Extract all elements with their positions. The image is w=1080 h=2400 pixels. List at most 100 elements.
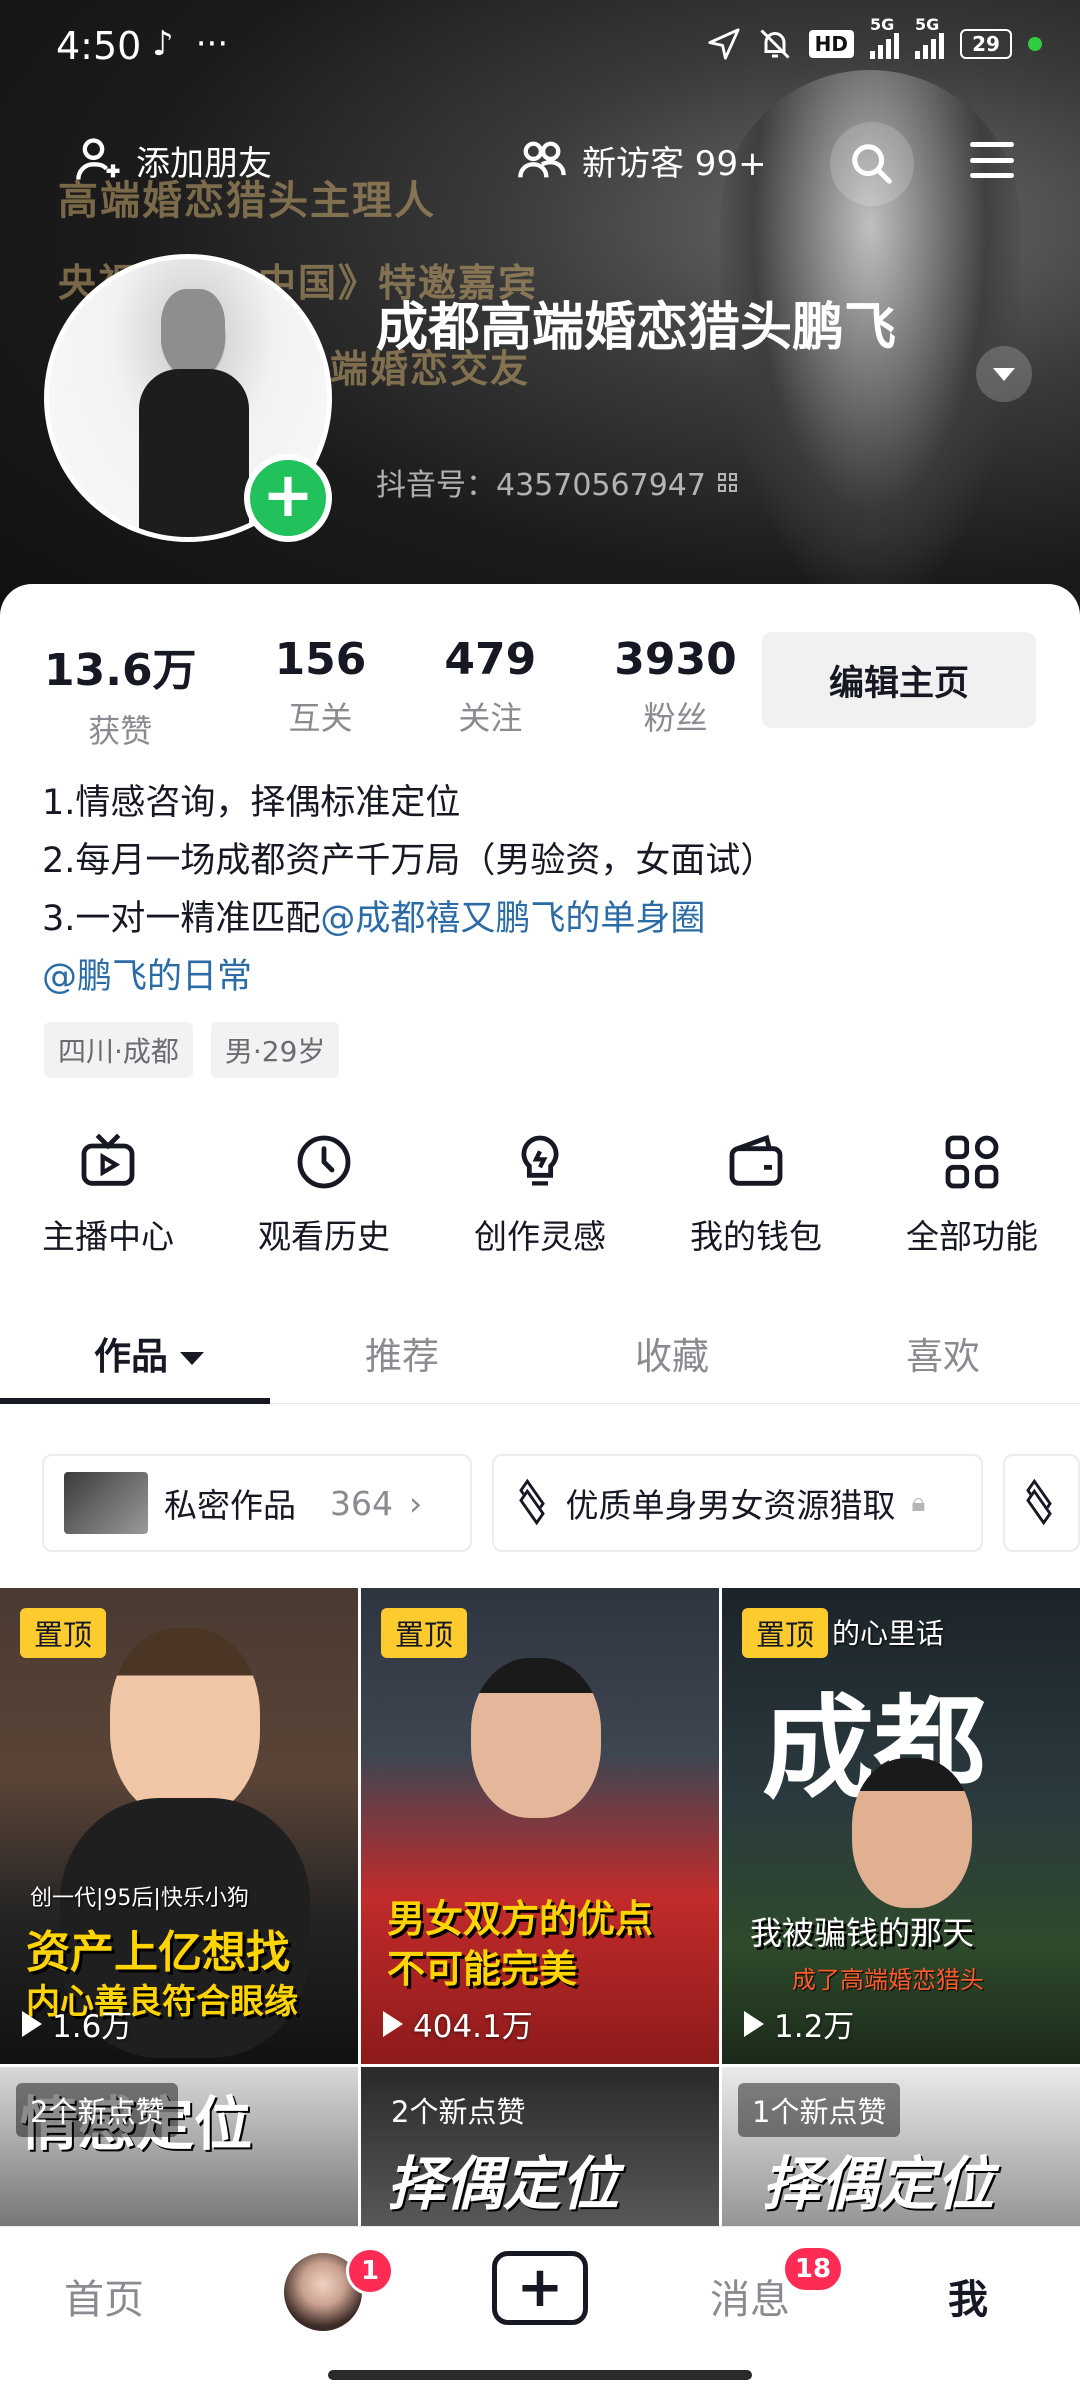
tool-all-features[interactable]: 全部功能 [872, 1130, 1072, 1258]
home-indicator[interactable] [328, 2370, 752, 2380]
play-icon [22, 2010, 42, 2037]
pinned-badge: 置顶 [381, 1608, 468, 1658]
private-works-label: 私密作品 [164, 1486, 296, 1525]
visitors-label: 新访客 99+ [582, 143, 767, 184]
header-actions: 添加朋友 新访客 99+ [0, 122, 1080, 206]
qr-code-icon [717, 472, 737, 492]
lightbulb-icon [521, 1135, 559, 1186]
douyin-id-text: 抖音号：43570567947 [376, 468, 706, 503]
signal-icon: 5G [870, 15, 899, 59]
tools-row: 主播中心 观看历史 创作灵感 我的钱包 全部功能 [0, 1130, 1080, 1258]
tool-wallet[interactable]: 我的钱包 [656, 1130, 856, 1258]
gender-age-tag: 男·29岁 [210, 1022, 340, 1078]
nav-me[interactable]: 我 [948, 2267, 988, 2325]
bio-mention-link[interactable]: @成都禧又鹏飞的单身圈 [320, 899, 705, 939]
video-top-text: 创一代|95后|快乐小狗 [30, 1886, 249, 1911]
video-tile[interactable]: 择偶定位 2个新点赞 [361, 2067, 719, 2237]
more-notifications-icon: ··· [195, 24, 229, 64]
view-count: 1.6万 [22, 2001, 132, 2046]
nav-home[interactable]: 首页 [64, 2267, 144, 2325]
stat-mutual[interactable]: 156 互关 [275, 634, 367, 752]
play-icon [744, 2010, 764, 2037]
private-works-thumbnail [64, 1472, 148, 1534]
video-tile[interactable]: 情感定位 2个新点赞 [0, 2067, 358, 2237]
view-count: 1.2万 [744, 2001, 854, 2046]
status-time: 4:50 [56, 24, 142, 68]
video-figure [110, 1628, 260, 1818]
tool-label: 创作灵感 [474, 1217, 606, 1256]
stat-followers[interactable]: 3930 粉丝 [614, 634, 736, 752]
menu-icon[interactable] [970, 142, 1014, 178]
expand-chevron-down-icon[interactable] [976, 346, 1032, 402]
tool-watch-history[interactable]: 观看历史 [224, 1130, 424, 1258]
location-tag: 四川·成都 [44, 1022, 193, 1078]
tab-recommend[interactable]: 推荐 [365, 1326, 439, 1380]
bio-line-3: 3.一对一精准匹配@成都禧又鹏飞的单身圈 [42, 890, 775, 948]
view-count-text: 1.6万 [52, 2009, 133, 2045]
tv-icon [81, 1133, 135, 1186]
video-title-line-1: 资产上亿想找 [26, 1927, 290, 1978]
stat-following-number: 479 [444, 634, 537, 685]
collections-row: 私密作品 364 › 优质单身男女资源猎取 🔒︎ [42, 1454, 1080, 1554]
bio-line-2: 2.每月一场成都资产千万局（男验资，女面试） [42, 841, 776, 881]
grid-icon [945, 1135, 999, 1189]
tool-inspiration[interactable]: 创作灵感 [440, 1130, 640, 1258]
add-friend-label: 添加朋友 [136, 143, 272, 184]
video-figure [852, 1758, 972, 1908]
nav-messages[interactable]: 消息 [710, 2267, 790, 2325]
video-tile[interactable]: 的心里话 成都 置顶 我被骗钱的那天 成了高端婚恋猎头 1.2万 [722, 1588, 1080, 2064]
stat-followers-label: 粉丝 [643, 699, 708, 737]
lock-icon: 🔒︎ [911, 1487, 926, 1518]
playlist-card[interactable]: 优质单身男女资源猎取 🔒︎ [491, 1454, 983, 1552]
status-notifications: ♪ ··· [152, 24, 228, 64]
pinned-badge: 置顶 [742, 1608, 829, 1658]
video-grid: 置顶 创一代|95后|快乐小狗 资产上亿想找 内心善良符合眼缘 1.6万 置顶 … [0, 1588, 1080, 2237]
tab-favorites[interactable]: 收藏 [635, 1326, 709, 1380]
battery-icon: 29 [960, 29, 1012, 59]
tool-label: 观看历史 [258, 1217, 390, 1256]
tool-live-center[interactable]: 主播中心 [8, 1130, 208, 1258]
stat-likes[interactable]: 13.6万 获赞 [44, 634, 197, 752]
tab-likes[interactable]: 喜欢 [906, 1326, 980, 1380]
wallet-icon [729, 1134, 783, 1186]
stat-likes-number: 13.6万 [44, 645, 197, 696]
douyin-id[interactable]: 抖音号：43570567947 [376, 460, 737, 504]
video-tile[interactable]: 置顶 男女双方的优点 不可能完美 404.1万 [361, 1588, 719, 2064]
location-icon [708, 28, 740, 60]
pinned-badge: 置顶 [20, 1608, 107, 1658]
tool-label: 主播中心 [42, 1217, 174, 1256]
stat-following[interactable]: 479 关注 [444, 634, 536, 752]
search-button[interactable] [830, 122, 914, 206]
private-works-card[interactable]: 私密作品 364 › [42, 1454, 472, 1552]
stat-likes-label: 获赞 [88, 712, 153, 750]
bio-mention-link-2[interactable]: @鹏飞的日常 [42, 957, 252, 997]
add-friend-button[interactable]: 添加朋友 [74, 134, 272, 186]
new-likes-badge: 2个新点赞 [391, 2095, 526, 2129]
add-story-plus-icon[interactable]: + [244, 454, 332, 542]
playlist-card-more[interactable] [1002, 1454, 1080, 1552]
signal-icon-2: 5G [915, 15, 944, 59]
view-count: 404.1万 [383, 2001, 533, 2046]
tab-indicator [0, 1398, 270, 1404]
new-visitors-button[interactable]: 新访客 99+ [516, 134, 767, 186]
create-plus-button[interactable]: + [492, 2251, 588, 2325]
video-tile[interactable]: 置顶 创一代|95后|快乐小狗 资产上亿想找 内心善良符合眼缘 1.6万 [0, 1588, 358, 2064]
hd-voice-badge: HD [808, 30, 854, 58]
edit-profile-button[interactable]: 编辑主页 [762, 632, 1036, 728]
playlist-label: 优质单身男女资源猎取 [565, 1486, 896, 1525]
tiktok-notification-icon: ♪ [152, 24, 174, 64]
caret-down-icon [180, 1352, 204, 1365]
tool-label: 全部功能 [906, 1217, 1038, 1256]
video-title-line-2: 成了高端婚恋猎头 [792, 1966, 984, 1994]
video-tile[interactable]: 择偶定位 1个新点赞 [722, 2067, 1080, 2237]
chevron-right-icon: › [409, 1483, 423, 1523]
stat-mutual-label: 互关 [288, 699, 353, 737]
new-likes-badge: 1个新点赞 [738, 2083, 901, 2137]
profile-bio: 1.情感咨询，择偶标准定位 2.每月一场成都资产千万局（男验资，女面试） 3.一… [42, 774, 775, 1006]
search-icon [852, 144, 892, 184]
messages-badge: 18 [782, 2245, 844, 2293]
view-count-text: 1.2万 [774, 2009, 855, 2045]
stat-followers-number: 3930 [614, 634, 737, 685]
tab-works[interactable]: 作品 [94, 1326, 204, 1380]
new-likes-badge: 2个新点赞 [16, 2083, 179, 2137]
